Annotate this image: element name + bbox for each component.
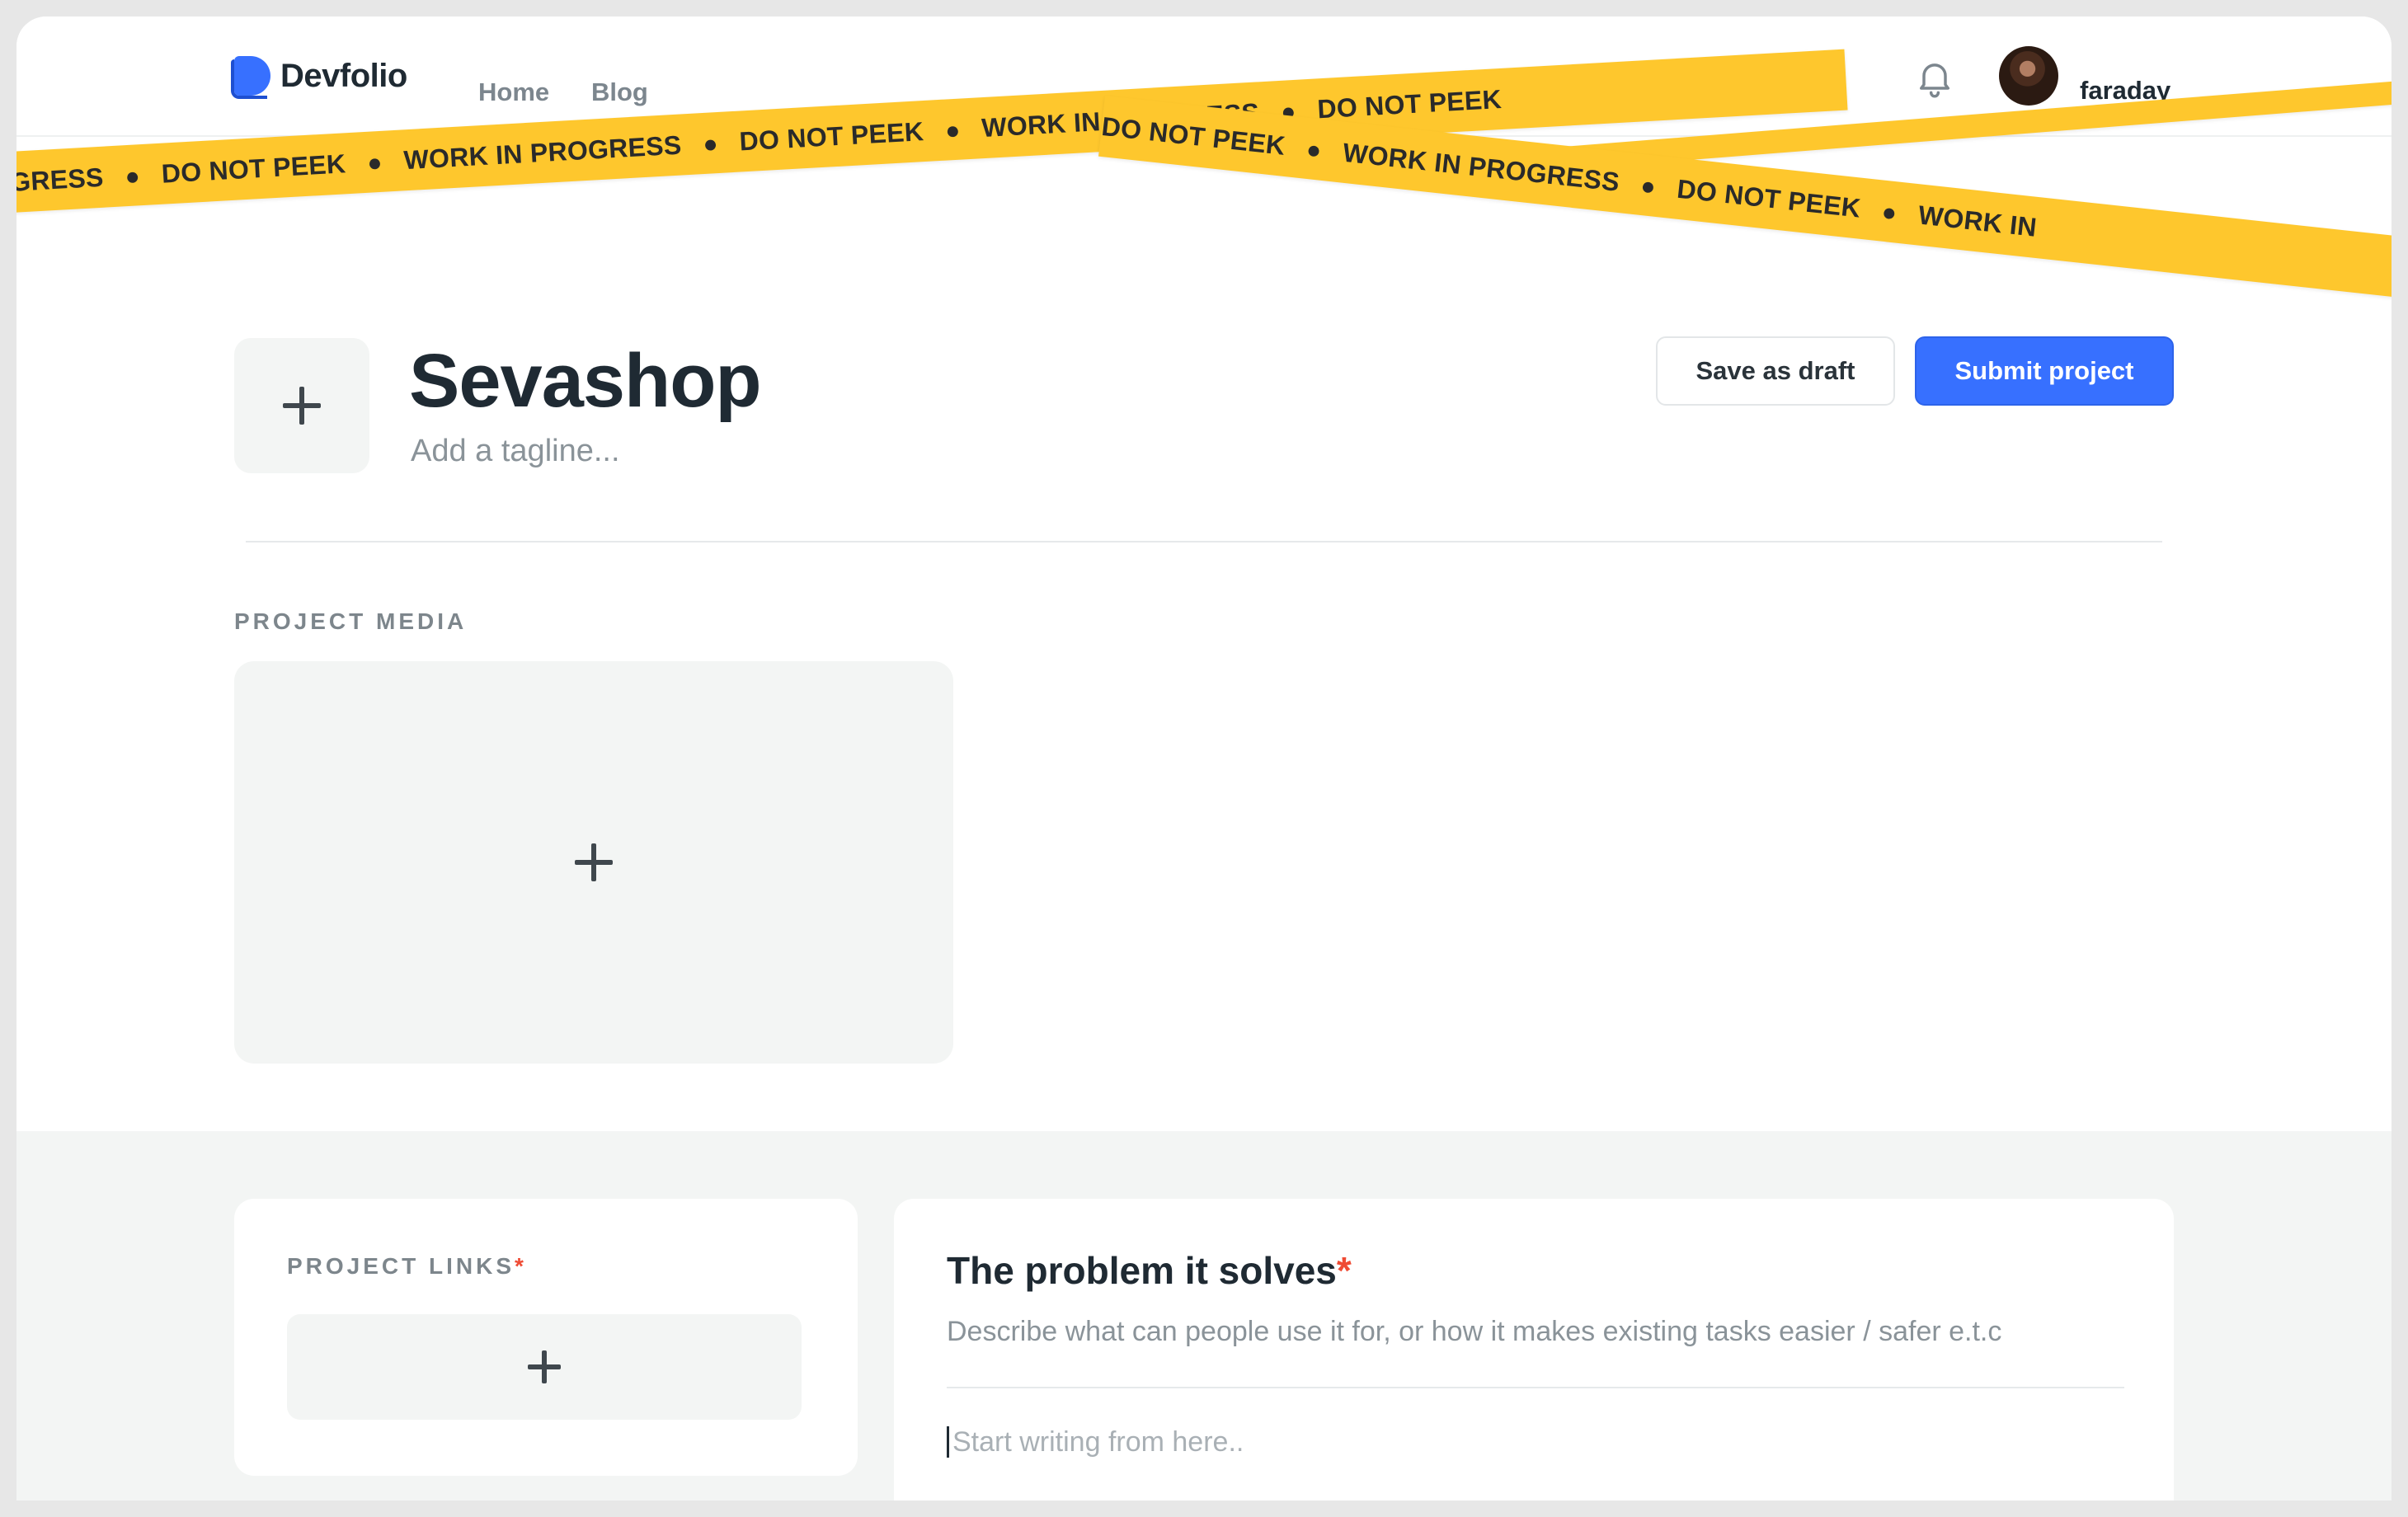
header-divider <box>246 541 2162 542</box>
tape-text: DO NOT PEEK <box>1100 110 1287 161</box>
project-links-label: PROJECT LINKS* <box>287 1253 524 1279</box>
required-mark: * <box>1336 1249 1352 1292</box>
project-media-upload[interactable] <box>234 661 953 1064</box>
submit-project-button[interactable]: Submit project <box>1915 336 2174 406</box>
project-links-card: PROJECT LINKS* <box>234 1199 858 1476</box>
plus-icon <box>283 387 321 425</box>
project-logo-upload[interactable] <box>234 338 369 473</box>
problem-card: The problem it solves* Describe what can… <box>894 1199 2174 1501</box>
logo-text: Devfolio <box>280 57 407 94</box>
devfolio-logo[interactable]: Devfolio <box>231 56 407 99</box>
tape-text: WORK IN <box>1917 200 2039 242</box>
plus-icon <box>528 1350 561 1383</box>
tape-text: DO NOT PEEK <box>160 148 347 189</box>
tape-text: WORK IN PROGRESS <box>1341 137 1621 197</box>
app-window: Devfolio Home Blog faraday PROGRESS ● DO N… <box>16 16 2392 1501</box>
problem-title: The problem it solves* <box>947 1249 1352 1292</box>
required-mark: * <box>515 1253 524 1279</box>
tape-text: DO NOT PEEK <box>1675 173 1863 223</box>
problem-description: Describe what can people use it for, or … <box>947 1316 2002 1347</box>
nav-home-link[interactable]: Home <box>478 77 549 107</box>
tape-text: WORK IN PROGRESS <box>402 129 683 176</box>
nav-blog-link[interactable]: Blog <box>591 77 648 107</box>
plus-icon <box>575 843 613 881</box>
project-title[interactable]: Sevashop <box>409 338 762 425</box>
tape-text: DO NOT PEEK <box>1316 83 1503 124</box>
problem-divider <box>947 1387 2124 1388</box>
bell-icon[interactable] <box>1913 56 1956 99</box>
avatar[interactable] <box>1999 46 2058 106</box>
problem-editor[interactable]: Start writing from here.. <box>947 1426 1244 1458</box>
project-media-label: PROJECT MEDIA <box>234 608 468 634</box>
tape-text: DO NOT PEEK <box>738 116 925 157</box>
add-link-button[interactable] <box>287 1314 802 1420</box>
tape-text: PROGRESS <box>16 162 105 200</box>
devfolio-logo-icon <box>231 56 270 99</box>
tagline-input[interactable]: Add a tagline... <box>411 434 620 469</box>
save-draft-button[interactable]: Save as draft <box>1656 336 1895 406</box>
